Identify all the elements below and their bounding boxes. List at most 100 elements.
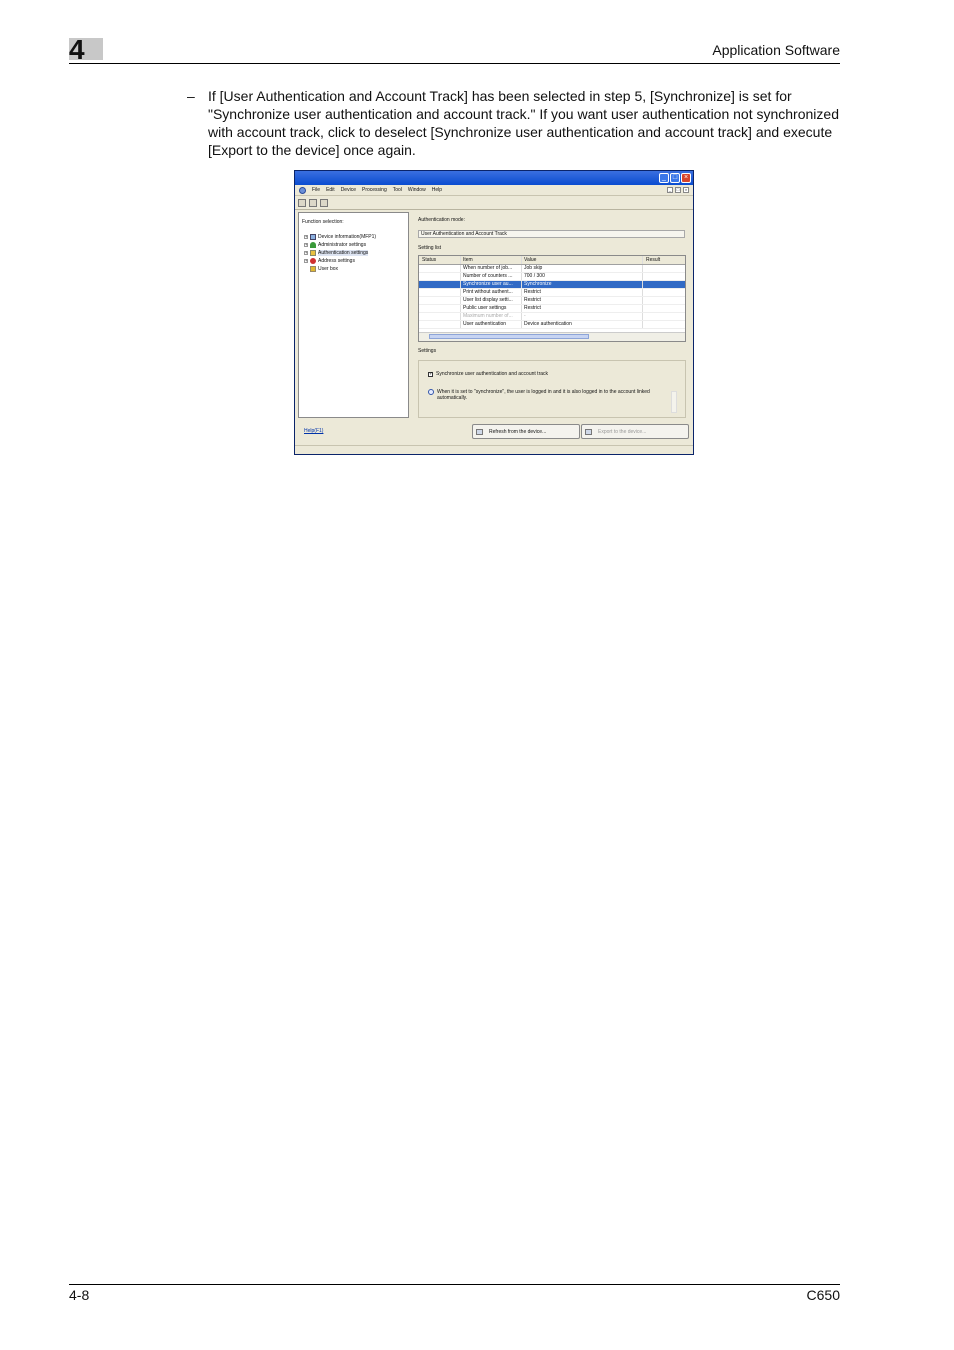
table-header: Status Item Value Result [419, 256, 685, 265]
footer-rule [69, 1284, 840, 1285]
header-rule [69, 63, 840, 64]
maximize-icon[interactable]: □ [670, 173, 680, 183]
info-row: When it is set to "synchronize", the use… [428, 389, 658, 401]
row-item: Maximum number of... [461, 313, 522, 320]
refresh-icon [476, 428, 483, 435]
table-row[interactable]: Print without authent... Restrict [419, 289, 685, 297]
device-icon[interactable] [298, 198, 306, 207]
table-row[interactable]: Number of counters ... 700 / 300 [419, 273, 685, 281]
table-row[interactable]: User list display setti... Restrict [419, 297, 685, 305]
instruction-paragraph: If [User Authentication and Account Trac… [208, 88, 839, 158]
row-value: Restrict [522, 305, 643, 312]
menu-window[interactable]: Window [408, 187, 426, 193]
menu-device[interactable]: Device [341, 187, 356, 193]
setting-list-table: Status Item Value Result When number of … [418, 255, 686, 342]
close-icon[interactable]: × [681, 173, 691, 183]
column-header-value[interactable]: Value [522, 256, 643, 264]
refresh-button-label: Refresh from the device... [489, 428, 547, 435]
row-item: Number of counters ... [461, 273, 522, 280]
scroll-thumb[interactable] [429, 334, 589, 339]
menu-processing[interactable]: Processing [362, 187, 387, 193]
row-value: Restrict [522, 289, 643, 296]
menu-tool[interactable]: Tool [393, 187, 402, 193]
row-item: Synchronize user au... [461, 281, 522, 288]
tree-item[interactable]: + Authentication settings [304, 249, 376, 257]
user-box-icon [310, 266, 316, 272]
title-bar: _ □ × [295, 171, 693, 185]
refresh-button[interactable]: Refresh from the device... [472, 424, 580, 439]
row-value: Synchronize [522, 281, 643, 288]
info-text: When it is set to "synchronize", the use… [437, 389, 650, 401]
column-header-status[interactable]: Status [419, 256, 461, 264]
row-item: Print without authent... [461, 289, 522, 296]
tree-item[interactable]: + Administrator settings [304, 241, 376, 249]
setting-list-label: Setting list [418, 245, 442, 251]
tree-label: Administrator settings [318, 242, 367, 248]
menu-file[interactable]: File [312, 187, 320, 193]
table-row[interactable]: Public user settings Restrict [419, 305, 685, 313]
column-header-item[interactable]: Item [461, 256, 522, 264]
row-item: User list display setti... [461, 297, 522, 304]
function-tree-pane: Function selection: + Device information… [298, 212, 409, 418]
expand-icon[interactable]: + [304, 251, 308, 255]
expand-icon[interactable]: + [304, 259, 308, 263]
app-screenshot: _ □ × File Edit Device Processing Tool W… [294, 170, 694, 455]
row-value: Restrict [522, 297, 643, 304]
address-book-icon [310, 258, 316, 264]
settings-label: Settings [418, 348, 437, 354]
column-header-result[interactable]: Result [643, 256, 685, 264]
row-item: User authentication [461, 321, 522, 328]
row-value: Device authentication [522, 321, 643, 328]
menu-bar: File Edit Device Processing Tool Window … [295, 185, 693, 196]
help-link[interactable]: Help(F1) [304, 428, 323, 434]
menu-edit[interactable]: Edit [326, 187, 335, 193]
sync-checkbox-label: Synchronize user authentication and acco… [436, 371, 549, 377]
mdi-restore-icon[interactable]: □ [675, 187, 681, 193]
auth-mode-label: Authentication mode: [418, 217, 465, 223]
tree-item[interactable]: + Address settings [304, 257, 376, 265]
row-value: - [522, 313, 643, 320]
table-row[interactable]: When number of job... Job skip [419, 265, 685, 273]
chapter-number: 4 [69, 34, 85, 65]
settings-icon[interactable] [320, 198, 328, 207]
export-icon [585, 428, 592, 435]
connect-icon[interactable] [309, 198, 317, 207]
auth-mode-field: User Authentication and Account Track [418, 230, 685, 238]
toolbar [295, 196, 693, 210]
menu-help[interactable]: Help [432, 187, 442, 193]
row-value: 700 / 300 [522, 273, 643, 280]
info-scrollbar[interactable] [671, 391, 677, 413]
tree-item[interactable]: User box [304, 265, 376, 273]
settings-group: ✓ Synchronize user authentication and ac… [418, 360, 686, 418]
minimize-icon[interactable]: _ [659, 173, 669, 183]
expand-icon[interactable]: + [304, 235, 308, 239]
model-name: C650 [806, 1287, 840, 1303]
info-icon [428, 389, 434, 395]
bullet-dash: – [187, 88, 195, 104]
export-button-label: Export to the device... [598, 428, 647, 435]
table-row-disabled[interactable]: Maximum number of... - [419, 313, 685, 321]
device-info-icon [310, 234, 316, 240]
page-number: 4-8 [69, 1287, 90, 1303]
expand-icon[interactable]: + [304, 243, 308, 247]
mdi-minimize-icon[interactable]: _ [667, 187, 673, 193]
running-header-title: Application Software [712, 42, 840, 58]
bottom-bar: Help(F1) Refresh from the device... Expo… [295, 422, 693, 444]
tree-label: Address settings [318, 258, 355, 264]
status-bar [295, 445, 693, 454]
function-selection-label: Function selection: [302, 219, 344, 225]
sync-checkbox-row[interactable]: ✓ Synchronize user authentication and ac… [428, 371, 548, 377]
tree-item[interactable]: + Device information(MFP1) [304, 233, 376, 241]
horizontal-scrollbar[interactable] [419, 332, 685, 341]
sync-checkbox[interactable]: ✓ [428, 371, 433, 377]
table-row-selected[interactable]: Synchronize user au... Synchronize [419, 281, 685, 289]
app-icon [299, 186, 306, 194]
administrator-icon [310, 242, 316, 248]
tree-line [304, 267, 308, 271]
table-row[interactable]: User authentication Device authenticatio… [419, 321, 685, 329]
tree-label: User box [318, 266, 339, 272]
export-button[interactable]: Export to the device... [581, 424, 689, 439]
mdi-close-icon[interactable]: × [683, 187, 689, 193]
row-item: Public user settings [461, 305, 522, 312]
function-tree: + Device information(MFP1) + Administrat… [304, 233, 376, 273]
